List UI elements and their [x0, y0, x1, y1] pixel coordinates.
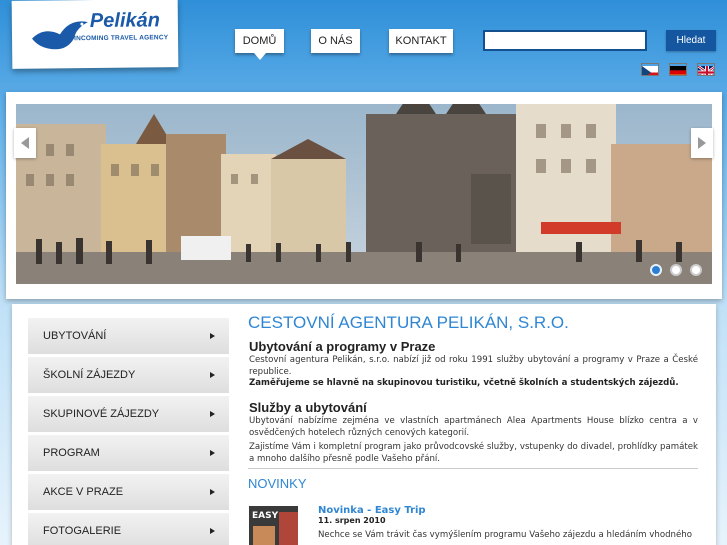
sidebar-item-fotogalerie[interactable]: FOTOGALERIE: [28, 513, 229, 545]
sidebar-item-label: SKUPINOVÉ ZÁJEZDY: [43, 408, 160, 420]
nav-about[interactable]: O NÁS: [311, 29, 360, 53]
logo[interactable]: Pelikán INCOMING TRAVEL AGENCY: [11, 0, 179, 69]
chevron-right-icon: [210, 489, 215, 495]
sidebar-item-akce-v-praze[interactable]: AKCE V PRAZE: [28, 474, 229, 511]
nav-home[interactable]: DOMŮ: [235, 29, 284, 60]
arrow-left-icon: [21, 137, 29, 149]
section-heading-ubytovani: Ubytování a programy v Praze: [249, 339, 436, 354]
sidebar-item-label: ŠKOLNÍ ZÁJEZDY: [43, 369, 136, 381]
section-heading-sluzby: Služby a ubytování: [249, 400, 367, 415]
news-thumbnail[interactable]: EASY: [249, 506, 298, 545]
news-heading: NOVINKY: [248, 476, 307, 491]
logo-wordmark: Pelikán: [89, 9, 161, 33]
divider: [248, 468, 698, 469]
chevron-right-icon: [210, 372, 215, 378]
news-excerpt: Nechce se Vám trávit čas vymýšlením prog…: [318, 530, 692, 540]
flag-uk-icon[interactable]: [697, 63, 715, 76]
intro-paragraph: Cestovní agentura Pelikán, s.r.o. nabízí…: [249, 355, 698, 390]
news-title-link[interactable]: Novinka - Easy Trip: [318, 505, 426, 516]
slider-dot-3[interactable]: [690, 264, 702, 276]
intro-bold-text: Zaměřujeme se hlavně na skupinovou turis…: [249, 378, 679, 389]
pelican-logo-icon: [32, 21, 88, 50]
intro-text: Cestovní agentura Pelikán, s.r.o. nabízí…: [249, 355, 698, 377]
arrow-right-icon: [698, 137, 706, 149]
logo-tagline: INCOMING TRAVEL AGENCY: [74, 34, 169, 43]
sidebar-item-label: FOTOGALERIE: [43, 525, 122, 537]
page-title: CESTOVNÍ AGENTURA PELIKÁN, S.R.O.: [248, 313, 569, 332]
search-input[interactable]: [483, 30, 647, 51]
services-paragraph-2: Zajistíme Vám i kompletní program jako p…: [249, 442, 698, 464]
chevron-right-icon: [210, 450, 215, 456]
slider-dot-1[interactable]: [650, 264, 662, 276]
chevron-right-icon: [210, 528, 215, 534]
sidebar-item-skolni-zajezdy[interactable]: ŠKOLNÍ ZÁJEZDY: [28, 357, 229, 394]
sidebar-item-label: UBYTOVÁNÍ: [43, 330, 107, 342]
flag-german-icon[interactable]: [669, 63, 687, 76]
photo-slider: [6, 92, 722, 299]
slider-prev-button[interactable]: [14, 128, 36, 158]
sidebar-item-program[interactable]: PROGRAM: [28, 435, 229, 472]
slider-photo-prague-square: [16, 104, 712, 284]
services-paragraph-1: Ubytování nabízíme zejména ve vlastních …: [249, 416, 698, 438]
sidebar-item-ubytovani[interactable]: UBYTOVÁNÍ: [28, 318, 229, 355]
slider-dot-2[interactable]: [670, 264, 682, 276]
nav-contact[interactable]: KONTAKT: [389, 29, 453, 53]
sidebar-item-label: PROGRAM: [43, 447, 100, 459]
sidebar-item-skupinove-zajezdy[interactable]: SKUPINOVÉ ZÁJEZDY: [28, 396, 229, 433]
search-button[interactable]: Hledat: [666, 30, 716, 51]
slider-next-button[interactable]: [691, 128, 713, 158]
news-date: 11. srpen 2010: [318, 516, 386, 525]
chevron-right-icon: [210, 333, 215, 339]
flag-czech-icon[interactable]: [641, 63, 659, 76]
news-thumb-label: EASY: [252, 511, 279, 521]
sidebar-item-label: AKCE V PRAZE: [43, 486, 124, 498]
chevron-right-icon: [210, 411, 215, 417]
